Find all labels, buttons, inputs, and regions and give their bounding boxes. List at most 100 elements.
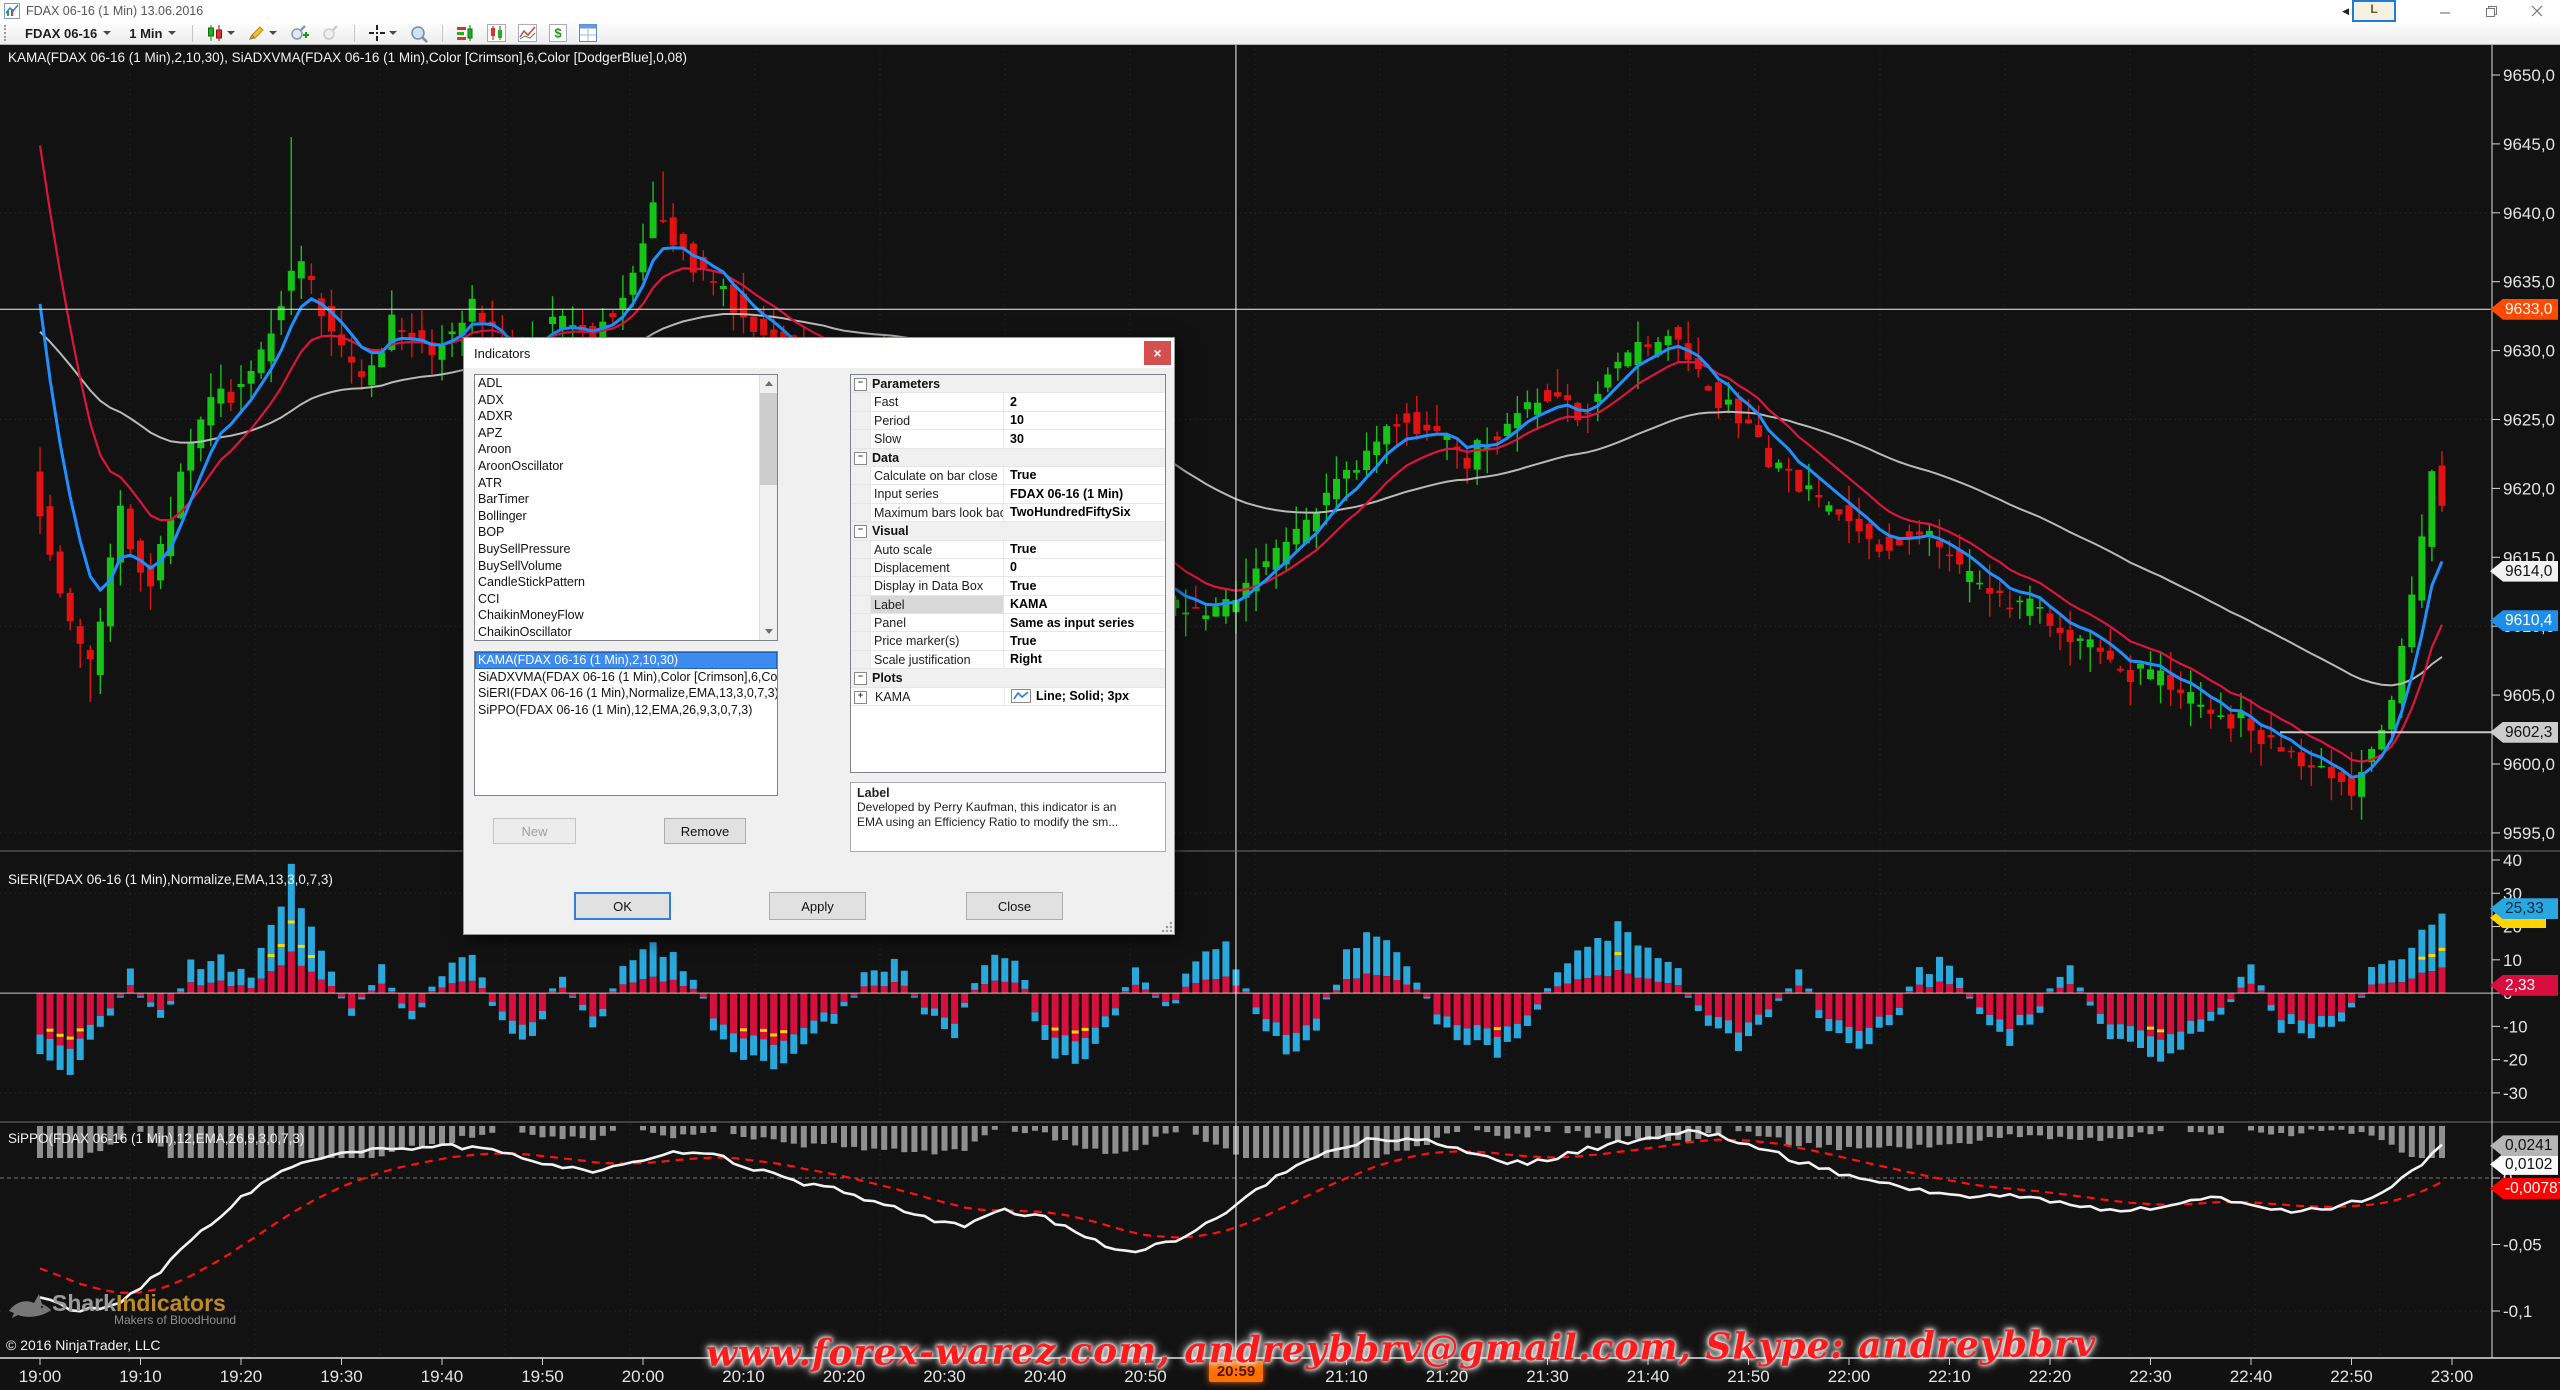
link-arrow-icon: ◀ — [2342, 6, 2349, 17]
property-row[interactable]: Auto scaleTrue — [851, 541, 1165, 559]
chevron-down-icon — [103, 31, 111, 35]
indicator-list-item[interactable]: BOP — [475, 524, 777, 541]
svg-text:22:40: 22:40 — [2230, 1367, 2273, 1386]
indicator-list-item[interactable]: APZ — [475, 425, 777, 442]
window-title: FDAX 06-16 (1 Min) 13.06.2016 — [26, 4, 203, 18]
instrument-link-button[interactable]: L — [2352, 0, 2396, 22]
zoom-out-button[interactable] — [317, 23, 345, 44]
chart-style-button[interactable] — [202, 23, 239, 43]
svg-text:9620,0: 9620,0 — [2503, 479, 2555, 498]
svg-text:19:10: 19:10 — [119, 1367, 162, 1386]
property-row[interactable]: Period10 — [851, 412, 1165, 430]
dialog-close-button[interactable]: × — [1144, 341, 1171, 365]
zoom-in-icon — [289, 24, 309, 43]
indicator-list-item[interactable]: BarTimer — [475, 491, 777, 508]
scroll-down-icon[interactable] — [760, 623, 777, 640]
selected-indicator-item[interactable]: SiERI(FDAX 06-16 (1 Min),Normalize,EMA,1… — [475, 685, 777, 702]
indicator-list-item[interactable]: ChaikinOscillator — [475, 624, 777, 641]
property-row[interactable]: PanelSame as input series — [851, 614, 1165, 632]
chart-trader-button[interactable] — [483, 23, 510, 43]
indicator-list-item[interactable]: ADL — [475, 375, 777, 392]
dialog-titlebar[interactable]: Indicators × — [464, 338, 1174, 368]
toolbar: FDAX 06-16 1 Min — [0, 22, 2560, 45]
minimize-button[interactable] — [2422, 1, 2468, 21]
instrument-selector[interactable]: FDAX 06-16 — [18, 26, 118, 41]
price-marker: 9633,0 — [2490, 299, 2558, 320]
property-row[interactable]: −Visual — [851, 522, 1165, 540]
close-button[interactable] — [2514, 1, 2560, 21]
dialog-close-action-button[interactable]: Close — [966, 892, 1063, 920]
property-row[interactable]: Fast2 — [851, 393, 1165, 411]
indicator-list-item[interactable]: AroonOscillator — [475, 458, 777, 475]
zoom-in-button[interactable] — [285, 23, 313, 44]
data-box-button[interactable] — [405, 23, 433, 44]
indicator-list-item[interactable]: ATR — [475, 475, 777, 492]
copyright-text: © 2016 NinjaTrader, LLC — [6, 1337, 161, 1353]
svg-text:9605,0: 9605,0 — [2503, 686, 2555, 705]
property-row[interactable]: Scale justificationRight — [851, 651, 1165, 669]
bars-icon — [456, 24, 475, 42]
indicator-list-item[interactable]: Bollinger — [475, 508, 777, 525]
property-row[interactable]: −Parameters — [851, 375, 1165, 393]
selected-indicator-item[interactable]: SiADXVMA(FDAX 06-16 (1 Min),Color [Crims… — [475, 669, 777, 686]
mini-chart-button[interactable] — [514, 23, 541, 43]
svg-text:10: 10 — [2503, 951, 2522, 970]
selected-indicator-item[interactable]: SiPPO(FDAX 06-16 (1 Min),12,EMA,26,9,3,0… — [475, 702, 777, 719]
price-marker: 0,0102 — [2490, 1154, 2558, 1175]
property-row[interactable]: +KAMALine; Solid; 3px — [851, 688, 1165, 706]
property-row[interactable]: Price marker(s)True — [851, 632, 1165, 650]
svg-text:-30: -30 — [2503, 1084, 2528, 1103]
indicator-list-item[interactable]: BuySellPressure — [475, 541, 777, 558]
drawing-tools-button[interactable] — [243, 23, 281, 43]
scrollbar[interactable] — [759, 375, 777, 640]
available-indicators-list[interactable]: ADLADXADXRAPZAroonAroonOscillatorATRBarT… — [474, 374, 778, 641]
chart-canvas[interactable]: 9650,09645,09640,09635,09630,09625,09620… — [0, 0, 2560, 1390]
apply-button[interactable]: Apply — [769, 892, 866, 920]
property-grid[interactable]: −ParametersFast2Period10Slow30−DataCalcu… — [850, 374, 1166, 773]
ok-button[interactable]: OK — [574, 892, 671, 920]
property-row[interactable]: Maximum bars look backTwoHundredFiftySix — [851, 504, 1165, 522]
scrollbar-thumb[interactable] — [760, 393, 777, 485]
market-analyzer-button[interactable] — [452, 23, 479, 43]
property-row[interactable]: Calculate on bar closeTrue — [851, 467, 1165, 485]
main-panel-label: KAMA(FDAX 06-16 (1 Min),2,10,30), SiADXV… — [8, 50, 687, 65]
remove-button[interactable]: Remove — [664, 818, 746, 844]
indicator-list-item[interactable]: Aroon — [475, 441, 777, 458]
grid-button[interactable] — [575, 23, 601, 43]
cursor-mode-button[interactable] — [364, 23, 401, 43]
svg-text:40: 40 — [2503, 851, 2522, 870]
indicator-list-item[interactable]: CandleStickPattern — [475, 574, 777, 591]
property-row[interactable]: Display in Data BoxTrue — [851, 577, 1165, 595]
interval-selector[interactable]: 1 Min — [122, 26, 183, 41]
svg-text:9625,0: 9625,0 — [2503, 411, 2555, 430]
separator — [192, 25, 193, 42]
account-button[interactable]: $ — [545, 23, 571, 43]
price-marker: 25,33 — [2490, 898, 2558, 919]
toolbar-grip[interactable] — [4, 25, 10, 41]
property-row[interactable]: Input seriesFDAX 06-16 (1 Min) — [851, 485, 1165, 503]
indicator-list-item[interactable]: ADX — [475, 392, 777, 409]
selected-indicator-item[interactable]: KAMA(FDAX 06-16 (1 Min),2,10,30) — [475, 652, 777, 669]
selected-indicators-list[interactable]: KAMA(FDAX 06-16 (1 Min),2,10,30)SiADXVMA… — [474, 651, 778, 796]
indicator-list-item[interactable]: CCI — [475, 591, 777, 608]
indicator-list-item[interactable]: BuySellVolume — [475, 558, 777, 575]
pencil-icon — [247, 24, 266, 42]
svg-text:9650,0: 9650,0 — [2503, 66, 2555, 85]
scroll-up-icon[interactable] — [760, 375, 777, 392]
property-row[interactable]: −Plots — [851, 669, 1165, 687]
shark-indicators-logo: SharkIndicators Makers of BloodHound — [6, 1290, 236, 1327]
restore-button[interactable] — [2468, 1, 2514, 21]
property-description-box: Label Developed by Perry Kaufman, this i… — [850, 782, 1166, 852]
titlebar[interactable]: FDAX 06-16 (1 Min) 13.06.2016 ◀ L — [0, 0, 2560, 22]
property-row[interactable]: LabelKAMA — [851, 596, 1165, 614]
property-row[interactable]: Slow30 — [851, 430, 1165, 448]
svg-text:9645,0: 9645,0 — [2503, 135, 2555, 154]
property-row[interactable]: Displacement0 — [851, 559, 1165, 577]
svg-text:9635,0: 9635,0 — [2503, 273, 2555, 292]
indicator-list-item[interactable]: ADXR — [475, 408, 777, 425]
dollar-icon: $ — [549, 24, 567, 42]
magnifier-icon — [409, 24, 429, 43]
indicator-list-item[interactable]: ChaikinMoneyFlow — [475, 607, 777, 624]
resize-grip[interactable] — [1160, 920, 1172, 932]
property-row[interactable]: −Data — [851, 449, 1165, 467]
